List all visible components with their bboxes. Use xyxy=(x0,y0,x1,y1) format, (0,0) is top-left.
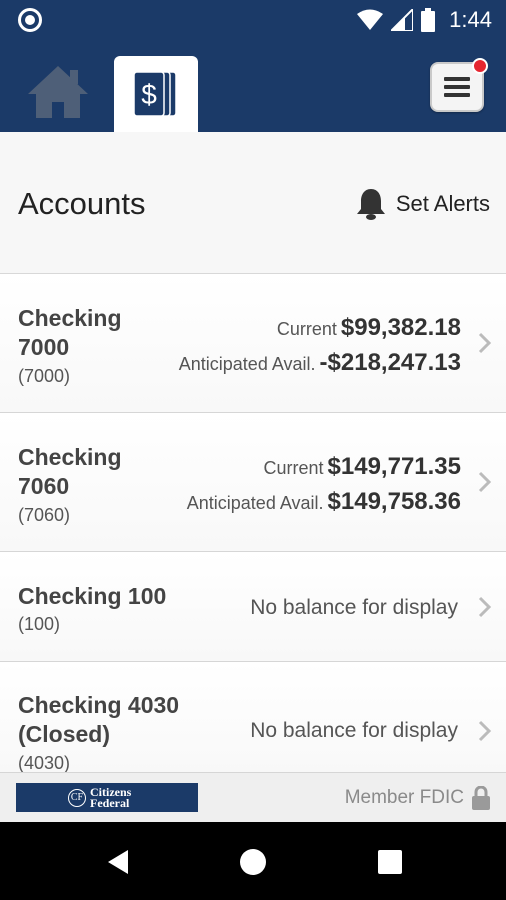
account-row[interactable]: Checking 100 (100) No balance for displa… xyxy=(0,552,506,662)
account-row[interactable]: Checking 7000 (7000) Current $99,382.18 … xyxy=(0,274,506,413)
current-value: $99,382.18 xyxy=(340,314,461,341)
anticipated-balance: Anticipated Avail. -$218,247.13 xyxy=(179,349,461,377)
chevron-right-icon xyxy=(478,596,492,618)
logo-seal-icon: CF xyxy=(68,788,86,807)
chevron-right-icon xyxy=(478,720,492,742)
account-row[interactable]: Checking 7060 (7060) Current $149,771.35… xyxy=(0,413,506,552)
signal-icon xyxy=(391,9,414,31)
svg-text:$: $ xyxy=(141,79,157,110)
dollar-cards-icon: $ xyxy=(133,71,177,117)
member-fdic: Member FDIC xyxy=(345,786,490,810)
bell-icon xyxy=(356,189,385,220)
set-alerts-label: Set Alerts xyxy=(395,191,490,216)
menu-button[interactable] xyxy=(430,58,488,112)
account-name: Checking 7060 xyxy=(18,444,122,499)
page-header: Accounts Set Alerts xyxy=(0,132,506,274)
notification-badge xyxy=(472,58,488,74)
home-icon xyxy=(28,66,88,118)
current-value: $149,771.35 xyxy=(327,453,461,480)
account-name: Checking 100 xyxy=(18,583,167,609)
status-clock: 1:44 xyxy=(449,7,492,32)
account-number: (100) xyxy=(18,614,61,634)
wifi-icon xyxy=(357,9,384,30)
account-row[interactable]: Checking 4030 (Closed) (4030) No balance… xyxy=(0,662,506,776)
account-number: (7000) xyxy=(18,366,71,386)
anticipated-label: Anticipated Avail. xyxy=(178,354,316,374)
current-label: Current xyxy=(276,319,337,339)
status-icons: 1:44 xyxy=(357,6,492,34)
anticipated-label: Anticipated Avail. xyxy=(186,493,324,513)
account-name: Checking 4030 (Closed) xyxy=(18,692,180,747)
recents-icon[interactable] xyxy=(376,848,404,876)
home-circle-icon[interactable] xyxy=(239,848,267,876)
current-balance: Current $99,382.18 xyxy=(277,314,461,342)
chevron-right-icon xyxy=(478,471,492,493)
account-number: (7060) xyxy=(18,505,71,525)
no-balance-text: No balance for display xyxy=(250,596,458,619)
logo-text: Citizens Federal xyxy=(90,784,132,810)
accounts-list: Checking 7000 (7000) Current $99,382.18 … xyxy=(0,274,506,776)
status-bar: 1:44 xyxy=(0,0,506,40)
anticipated-value: -$218,247.13 xyxy=(319,349,461,376)
anticipated-balance: Anticipated Avail. $149,758.36 xyxy=(187,488,461,516)
current-balance: Current $149,771.35 xyxy=(264,453,462,481)
current-label: Current xyxy=(263,458,324,478)
back-icon[interactable] xyxy=(104,848,132,876)
home-tab[interactable] xyxy=(26,64,90,120)
hamburger-menu-icon xyxy=(444,77,470,101)
account-name: Checking 7000 xyxy=(18,305,122,360)
accounts-tab[interactable]: $ xyxy=(114,56,198,132)
footer: CF Citizens Federal Member FDIC xyxy=(0,772,506,822)
fdic-label: Member FDIC xyxy=(344,787,464,808)
page-title: Accounts xyxy=(18,186,146,221)
account-number: (4030) xyxy=(18,753,71,773)
android-nav-bar xyxy=(0,822,506,900)
chevron-right-icon xyxy=(478,332,492,354)
battery-icon xyxy=(421,8,436,32)
citizens-federal-logo: CF Citizens Federal xyxy=(16,783,198,812)
no-balance-text: No balance for display xyxy=(250,719,458,742)
lock-icon xyxy=(472,786,490,810)
notification-dot-icon xyxy=(18,8,42,32)
anticipated-value: $149,758.36 xyxy=(327,488,461,515)
set-alerts-button[interactable]: Set Alerts xyxy=(356,186,490,222)
